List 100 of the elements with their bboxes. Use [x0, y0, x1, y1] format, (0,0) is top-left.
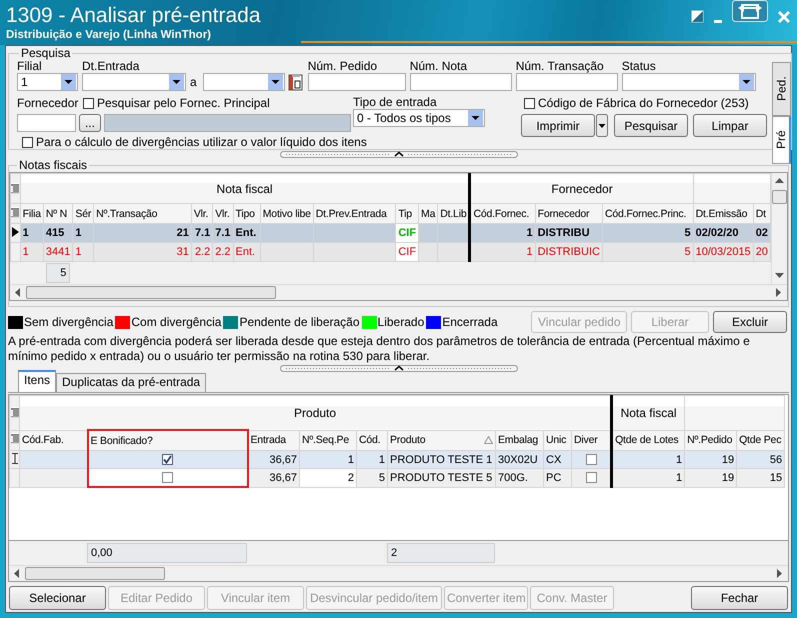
table-cell: 02/02/20	[693, 224, 754, 242]
checkbox[interactable]	[586, 472, 597, 484]
column-header[interactable]: Vlr.	[191, 204, 213, 224]
column-header[interactable]: Cód.	[356, 430, 388, 450]
checkbox[interactable]	[83, 98, 94, 108]
input-field[interactable]	[516, 73, 618, 91]
column-header[interactable]: Sér	[72, 204, 94, 224]
calendar-icon[interactable]	[286, 73, 304, 91]
column-header[interactable]: Cód.Fornec.	[470, 204, 536, 224]
table-cell	[20, 450, 88, 468]
group-title: Pesquisa	[20, 46, 72, 60]
column-header[interactable]: Entrada	[248, 430, 300, 450]
column-header[interactable]: Qtde Pec	[736, 430, 785, 450]
column-header[interactable]: Cód.Fab.	[20, 430, 88, 450]
checkbox[interactable]	[22, 136, 33, 148]
filial-dropdown[interactable]: 1	[17, 73, 78, 91]
scroll-right-icon[interactable]	[776, 288, 782, 297]
table-cell: CIF	[396, 242, 419, 262]
table-cell: 2.2	[212, 242, 234, 262]
grid-row[interactable]: 36,67 2 5 PRODUTO TESTE 5 700G. PC 1 19 15	[10, 468, 785, 487]
checkbox-label[interactable]: Para o cálculo de divergências utilizar o valor líquido dos itens	[36, 135, 367, 149]
checkbox-label[interactable]: Pesquisar pelo Fornec. Principal	[97, 96, 270, 110]
table-cell[interactable]: 2	[300, 468, 356, 487]
splitter-handle[interactable]	[280, 365, 518, 372]
input-field[interactable]	[410, 73, 512, 91]
splitter-handle[interactable]	[280, 150, 518, 158]
column-chooser-icon[interactable]	[10, 408, 18, 417]
entry-type-dropdown[interactable]: 0 - Todos os tipos	[353, 109, 485, 127]
input-field[interactable]	[17, 114, 76, 132]
action-button[interactable]: Selecionar	[9, 586, 106, 610]
table-cell: 1	[470, 224, 536, 242]
column-header[interactable]: Fornecedor	[535, 204, 602, 224]
scroll-left-icon[interactable]	[15, 288, 21, 297]
checkbox-label[interactable]: Código de Fábrica do Fornecedor (253)	[538, 96, 749, 110]
scroll-up-icon[interactable]	[775, 178, 784, 184]
restore-icon[interactable]	[732, 0, 768, 22]
scroll-right-icon[interactable]	[777, 569, 783, 578]
checkbox[interactable]	[524, 98, 535, 108]
pin-icon[interactable]	[691, 10, 704, 23]
column-header[interactable]: Dt.Emissão	[693, 204, 754, 224]
table-cell: 1	[72, 242, 94, 262]
checkbox[interactable]	[162, 454, 173, 466]
column-chooser-icon[interactable]	[11, 184, 20, 192]
lookup-button[interactable]: ...	[79, 114, 101, 132]
scrollbar-thumb[interactable]	[25, 567, 165, 580]
scroll-left-icon[interactable]	[14, 569, 20, 578]
column-header[interactable]: Nº.Seq.Pe	[300, 430, 356, 450]
side-tab[interactable]: Ped.	[772, 62, 791, 116]
column-header[interactable]: Filia	[20, 204, 44, 224]
text-cursor-icon	[12, 452, 18, 464]
horizontal-scrollbar[interactable]	[9, 565, 788, 581]
window-subtitle: Distribuição e Varejo (Linha WinThor)	[6, 29, 212, 41]
column-header[interactable]: Cód.Fornec.Princ.	[602, 204, 694, 224]
column-header[interactable]: Diver	[572, 430, 612, 450]
column-header[interactable]: Ma	[418, 204, 438, 224]
scrollbar-thumb[interactable]	[772, 190, 787, 204]
column-header[interactable]: Produto	[388, 430, 496, 450]
column-header[interactable]: Nº.Pedido	[684, 430, 737, 450]
legend-label: Liberado	[378, 315, 424, 329]
input-field[interactable]	[308, 73, 406, 91]
table-cell: DISTRIBUIC	[535, 242, 602, 262]
table-cell: 2.2	[191, 242, 213, 262]
side-tab[interactable]: Pré	[772, 116, 791, 164]
table-cell: 5	[602, 224, 694, 242]
column-header[interactable]: Motivo libe	[260, 204, 314, 224]
column-header[interactable]: Nº.Transação	[94, 204, 192, 224]
column-header[interactable]: Tipo	[233, 204, 260, 224]
column-header[interactable]: Vlr.	[212, 204, 234, 224]
column-header[interactable]: Embalag	[496, 430, 544, 450]
column-header[interactable]: Nº N	[43, 204, 73, 224]
tab[interactable]: Duplicatas da pré-entrada	[56, 373, 206, 392]
horizontal-scrollbar[interactable]	[10, 284, 787, 300]
grid-row[interactable]: 36,67 1 1 PRODUTO TESTE 1 30X02U CX 1 19 56	[10, 450, 785, 468]
action-button[interactable]: Pesquisar	[614, 114, 688, 137]
table-cell[interactable]: 1	[300, 450, 356, 468]
column-header[interactable]: Qtde de Lotes	[612, 430, 685, 450]
column-header[interactable]: E Bonificado?	[88, 430, 248, 450]
column-header[interactable]: Unic	[544, 430, 572, 450]
print-button[interactable]: Imprimir	[521, 114, 595, 137]
close-icon[interactable]	[777, 10, 791, 24]
checkbox[interactable]	[586, 454, 597, 466]
column-header[interactable]: Tip	[396, 204, 419, 224]
column-chooser-icon[interactable]	[10, 434, 18, 444]
scrollbar-thumb[interactable]	[26, 286, 276, 299]
table-cell: 1	[20, 224, 44, 242]
date-dropdown[interactable]	[82, 73, 186, 91]
column-total: 2	[387, 543, 495, 563]
status-dropdown[interactable]	[622, 73, 756, 91]
tab[interactable]: Itens	[18, 370, 56, 392]
action-button[interactable]: Limpar	[693, 114, 767, 137]
table-cell: PRODUTO TESTE 5	[388, 468, 496, 487]
grid-row[interactable]: 1 3441 1 31 2.2 2.2 Ent. CIF 1 DISTRIBUIC 5 10/03/2015 20	[10, 242, 770, 262]
action-button[interactable]: Excluir	[713, 311, 787, 333]
column-header[interactable]: Dt.Prev.Entrada	[313, 204, 396, 224]
scroll-down-icon[interactable]	[775, 273, 784, 279]
vertical-scrollbar[interactable]	[771, 173, 787, 284]
checkbox[interactable]	[162, 472, 173, 484]
grid-row[interactable]: 1 415 1 21 7.1 7.1 Ent. CIF 1 DISTRIBU 5 02/02/20 02	[10, 224, 770, 242]
action-button[interactable]: Fechar	[691, 586, 788, 610]
column-chooser-icon[interactable]	[11, 208, 20, 216]
